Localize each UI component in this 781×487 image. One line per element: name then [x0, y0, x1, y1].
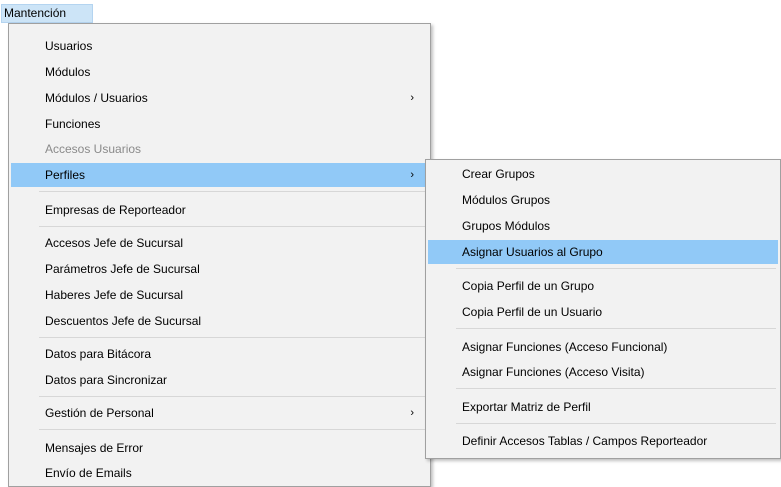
chevron-right-icon: ›	[410, 92, 414, 104]
menu-item-label: Usuarios	[45, 39, 93, 53]
submenu-item-asignar-funciones-funcional[interactable]: Asignar Funciones (Acceso Funcional)	[428, 335, 778, 359]
menu-item-modulos[interactable]: Módulos	[11, 60, 428, 84]
menu-item-label: Envío de Emails	[45, 466, 132, 480]
menu-item-label: Módulos	[45, 65, 91, 79]
menu-separator	[456, 328, 776, 329]
menu-separator	[39, 429, 426, 430]
menu-separator	[39, 226, 426, 227]
menu-item-label: Definir Accesos Tablas / Campos Reportea…	[462, 434, 708, 448]
menu-item-haberes-jefe-sucursal[interactable]: Haberes Jefe de Sucursal	[11, 283, 428, 307]
submenu-item-crear-grupos[interactable]: Crear Grupos	[428, 162, 778, 186]
menu-item-gestion-personal[interactable]: Gestión de Personal ›	[11, 401, 428, 425]
menu-item-accesos-jefe-sucursal[interactable]: Accesos Jefe de Sucursal	[11, 231, 428, 255]
menu-item-label: Empresas de Reporteador	[45, 203, 186, 217]
menu-item-label: Perfiles	[45, 168, 86, 182]
menu-item-label: Parámetros Jefe de Sucursal	[45, 262, 200, 276]
mantencion-dropdown-menu: Usuarios Módulos Módulos / Usuarios › Fun…	[8, 23, 431, 487]
submenu-item-asignar-usuarios-grupo[interactable]: Asignar Usuarios al Grupo	[428, 240, 778, 264]
menu-item-label: Haberes Jefe de Sucursal	[45, 288, 184, 302]
submenu-item-copia-perfil-grupo[interactable]: Copia Perfil de un Grupo	[428, 274, 778, 298]
menu-item-mensajes-error[interactable]: Mensajes de Error	[11, 436, 428, 460]
chevron-right-icon: ›	[410, 407, 414, 419]
menu-separator	[456, 268, 776, 269]
menu-item-datos-bitacora[interactable]: Datos para Bitácora	[11, 342, 428, 366]
menu-separator	[39, 191, 426, 192]
chevron-right-icon: ›	[410, 169, 414, 181]
menu-item-label: Datos para Bitácora	[45, 347, 152, 361]
menu-item-usuarios[interactable]: Usuarios	[11, 34, 428, 58]
menu-item-empresas-reporteador[interactable]: Empresas de Reporteador	[11, 198, 428, 222]
menu-item-envio-emails[interactable]: Envío de Emails	[11, 461, 428, 485]
menu-item-modulos-usuarios[interactable]: Módulos / Usuarios ›	[11, 86, 428, 110]
menu-item-accesos-usuarios: Accesos Usuarios	[11, 137, 428, 161]
menu-item-perfiles[interactable]: Perfiles ›	[11, 163, 428, 187]
menu-item-label: Copia Perfil de un Usuario	[462, 305, 603, 319]
submenu-item-copia-perfil-usuario[interactable]: Copia Perfil de un Usuario	[428, 300, 778, 324]
menu-item-label: Módulos Grupos	[462, 193, 551, 207]
menu-item-label: Mensajes de Error	[45, 441, 144, 455]
menu-bar: Mantención	[0, 0, 781, 24]
menu-item-label: Accesos Usuarios	[45, 142, 142, 156]
menu-separator	[39, 337, 426, 338]
menu-item-datos-sincronizar[interactable]: Datos para Sincronizar	[11, 368, 428, 392]
submenu-item-grupos-modulos[interactable]: Grupos Módulos	[428, 214, 778, 238]
menu-item-label: Asignar Usuarios al Grupo	[462, 245, 603, 259]
menu-item-label: Asignar Funciones (Acceso Visita)	[462, 365, 645, 379]
menu-item-label: Crear Grupos	[462, 167, 535, 181]
menu-item-label: Gestión de Personal	[45, 406, 154, 420]
menu-item-label: Exportar Matriz de Perfil	[462, 400, 591, 414]
submenu-item-asignar-funciones-visita[interactable]: Asignar Funciones (Acceso Visita)	[428, 360, 778, 384]
menu-mantencion[interactable]: Mantención	[1, 4, 93, 23]
menu-separator	[456, 423, 776, 424]
menu-item-label: Asignar Funciones (Acceso Funcional)	[462, 340, 668, 354]
menu-item-funciones[interactable]: Funciones	[11, 112, 428, 136]
menu-item-label: Accesos Jefe de Sucursal	[45, 236, 184, 250]
menu-item-parametros-jefe-sucursal[interactable]: Parámetros Jefe de Sucursal	[11, 257, 428, 281]
submenu-item-modulos-grupos[interactable]: Módulos Grupos	[428, 188, 778, 212]
menu-item-label: Datos para Sincronizar	[45, 373, 168, 387]
menu-item-descuentos-jefe-sucursal[interactable]: Descuentos Jefe de Sucursal	[11, 309, 428, 333]
submenu-item-exportar-matriz-perfil[interactable]: Exportar Matriz de Perfil	[428, 395, 778, 419]
menu-separator	[456, 388, 776, 389]
menu-item-label: Grupos Módulos	[462, 219, 551, 233]
menu-item-label: Módulos / Usuarios	[45, 91, 148, 105]
menu-separator	[39, 396, 426, 397]
menu-item-label: Funciones	[45, 117, 101, 131]
submenu-item-definir-accesos-tablas[interactable]: Definir Accesos Tablas / Campos Reportea…	[428, 429, 778, 453]
menu-item-label: Descuentos Jefe de Sucursal	[45, 314, 202, 328]
menu-item-label: Copia Perfil de un Grupo	[462, 279, 595, 293]
perfiles-submenu: Crear Grupos Módulos Grupos Grupos Módul…	[425, 159, 781, 459]
